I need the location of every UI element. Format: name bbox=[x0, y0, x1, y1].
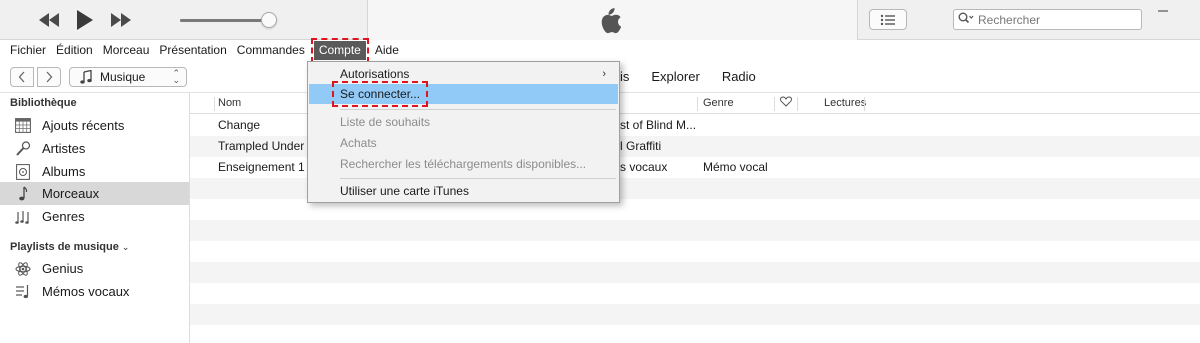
song-name: Trampled Under F bbox=[218, 139, 315, 153]
compte-menu-dropdown: Autorisations › Se connecter... Liste de… bbox=[307, 61, 620, 203]
column-divider bbox=[774, 97, 775, 111]
media-kind-label: Musique bbox=[100, 70, 146, 84]
table-row-empty bbox=[190, 262, 1200, 283]
calendar-grid-icon bbox=[14, 117, 32, 135]
sidebar-item-label: Genres bbox=[42, 209, 85, 224]
table-row-empty bbox=[190, 283, 1200, 304]
song-album: l Graffiti bbox=[620, 139, 662, 153]
menu-item-autorisations[interactable]: Autorisations › bbox=[309, 64, 618, 84]
song-album: s vocaux bbox=[620, 160, 668, 174]
updown-chevron-icon: ⌃ ⌄ bbox=[172, 68, 180, 85]
playlists-heading[interactable]: Playlists de musique ⌄ bbox=[10, 241, 129, 253]
menu-item-label: Autorisations bbox=[340, 67, 410, 81]
volume-knob[interactable] bbox=[261, 12, 277, 28]
menu-item-carte-itunes[interactable]: Utiliser une carte iTunes bbox=[309, 181, 618, 201]
sidebar-item-morceaux[interactable]: Morceaux bbox=[0, 182, 189, 205]
music-note-icon bbox=[80, 70, 92, 84]
sidebar-item-label: Artistes bbox=[42, 141, 86, 156]
column-divider bbox=[697, 97, 698, 111]
play-icon[interactable] bbox=[72, 9, 98, 31]
store-tabs: is Explorer Radio bbox=[620, 69, 778, 84]
album-icon bbox=[14, 163, 32, 181]
sidebar-item-label: Genius bbox=[42, 261, 84, 276]
sidebar-item-label: Albums bbox=[42, 164, 86, 179]
table-row-empty bbox=[190, 304, 1200, 325]
tab-partial[interactable]: is bbox=[620, 69, 629, 84]
chevron-left-icon bbox=[18, 71, 25, 83]
chevron-right-icon bbox=[46, 71, 53, 83]
search-field[interactable] bbox=[953, 9, 1142, 30]
player-toolbar bbox=[0, 0, 1200, 40]
column-divider bbox=[214, 97, 215, 111]
music-note-icon bbox=[14, 185, 32, 203]
heart-icon[interactable] bbox=[780, 96, 792, 110]
sidebar-item-genres[interactable]: Genres bbox=[0, 205, 189, 228]
search-icon bbox=[958, 12, 974, 27]
menu-separator bbox=[340, 109, 616, 110]
menu-item-achats: Achats bbox=[340, 136, 377, 150]
search-input[interactable] bbox=[978, 12, 1128, 27]
table-row-empty bbox=[190, 220, 1200, 241]
column-header-lectures[interactable]: Lectures bbox=[824, 97, 866, 109]
sidebar-item-albums[interactable]: Albums bbox=[0, 160, 189, 183]
sidebar: Bibliothèque Ajouts récents Artistes Alb… bbox=[0, 93, 190, 343]
volume-slider[interactable] bbox=[180, 19, 270, 22]
chevron-right-icon: › bbox=[602, 68, 606, 80]
sidebar-item-label: Mémos vocaux bbox=[42, 284, 130, 299]
tab-radio[interactable]: Radio bbox=[722, 69, 756, 84]
fast-forward-icon[interactable] bbox=[108, 9, 134, 31]
back-button[interactable] bbox=[10, 67, 34, 87]
genres-icon bbox=[14, 208, 32, 226]
column-header-genre[interactable]: Genre bbox=[703, 97, 734, 109]
column-divider bbox=[864, 97, 865, 111]
column-header-nom[interactable]: Nom bbox=[218, 97, 241, 109]
column-divider bbox=[797, 97, 798, 111]
song-genre: Mémo vocal bbox=[703, 160, 768, 174]
song-album: st of Blind M... bbox=[620, 118, 697, 132]
chevron-down-icon: ⌄ bbox=[121, 242, 130, 252]
sidebar-item-label: Ajouts récents bbox=[42, 118, 125, 133]
menu-item-liste-de-souhaits: Liste de souhaits bbox=[340, 115, 431, 129]
menu-bar: Fichier Édition Morceau Présentation Com… bbox=[0, 38, 1200, 63]
menu-item-rechercher-telechargements: Rechercher les téléchargements disponibl… bbox=[340, 157, 587, 171]
menu-aide[interactable]: Aide bbox=[370, 41, 404, 60]
table-row-empty bbox=[190, 325, 1200, 343]
table-row-empty bbox=[190, 241, 1200, 262]
window-minimize-icon[interactable] bbox=[1157, 2, 1169, 18]
menu-presentation[interactable]: Présentation bbox=[154, 41, 231, 60]
sidebar-item-memos-vocaux[interactable]: Mémos vocaux bbox=[0, 280, 189, 303]
menu-edition[interactable]: Édition bbox=[51, 41, 98, 60]
playlists-heading-label: Playlists de musique bbox=[10, 241, 119, 253]
media-kind-select[interactable]: Musique ⌃ ⌄ bbox=[69, 67, 187, 87]
library-heading: Bibliothèque bbox=[10, 97, 77, 109]
menu-item-se-connecter[interactable]: Se connecter... bbox=[309, 81, 618, 107]
menu-fichier[interactable]: Fichier bbox=[5, 41, 51, 60]
sidebar-item-ajouts-recents[interactable]: Ajouts récents bbox=[0, 114, 189, 137]
volume-fill bbox=[180, 19, 261, 22]
menu-separator bbox=[340, 178, 616, 179]
sidebar-item-label: Morceaux bbox=[42, 186, 100, 201]
microphone-icon bbox=[14, 140, 32, 158]
menu-morceau[interactable]: Morceau bbox=[98, 41, 155, 60]
menu-item-label: Se connecter... bbox=[331, 81, 429, 107]
sidebar-item-artistes[interactable]: Artistes bbox=[0, 137, 189, 160]
rewind-icon[interactable] bbox=[36, 9, 62, 31]
list-icon[interactable] bbox=[869, 9, 907, 30]
song-name: Change bbox=[218, 118, 261, 132]
genius-atom-icon bbox=[14, 260, 32, 278]
forward-button[interactable] bbox=[37, 67, 61, 87]
playlist-icon bbox=[14, 283, 32, 301]
menu-compte[interactable]: Compte bbox=[310, 38, 369, 63]
menu-commandes[interactable]: Commandes bbox=[232, 41, 310, 60]
song-name: Enseignement 1 bbox=[218, 160, 305, 174]
apple-logo-icon bbox=[598, 8, 622, 34]
sidebar-item-genius[interactable]: Genius bbox=[0, 257, 189, 280]
tab-explorer[interactable]: Explorer bbox=[651, 69, 699, 84]
